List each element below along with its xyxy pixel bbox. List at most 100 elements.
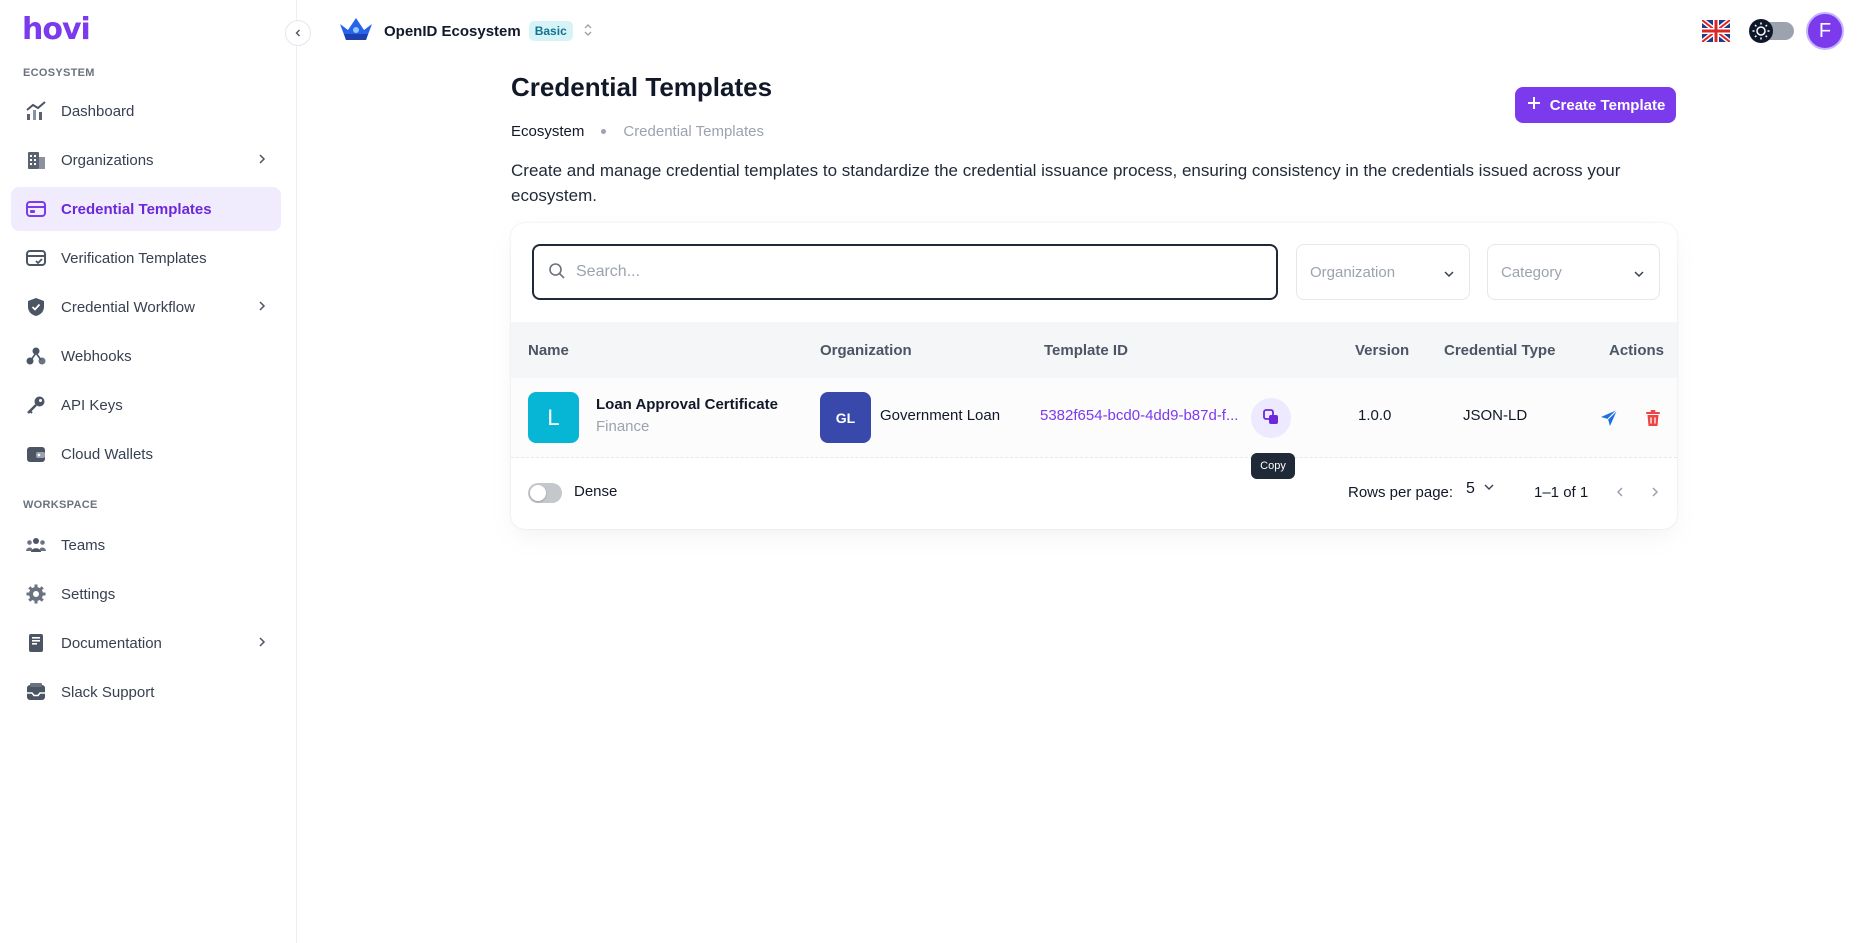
- wallet-icon: [24, 442, 48, 466]
- dense-label: Dense: [574, 483, 618, 500]
- webhook-icon: [24, 344, 48, 368]
- column-header-template-id[interactable]: Template ID: [1044, 342, 1128, 359]
- theme-toggle[interactable]: [1748, 18, 1796, 44]
- chevron-left-icon: [295, 29, 300, 37]
- sidebar-item-label: Teams: [61, 536, 106, 554]
- hovi-logo[interactable]: hovi: [22, 12, 91, 47]
- table-footer: Dense Rows per page: 5 1–1 of 1: [511, 458, 1677, 526]
- column-header-actions: Actions: [1609, 341, 1665, 359]
- templates-card: Organization Category Name Organization …: [511, 223, 1677, 529]
- delete-icon[interactable]: [1641, 406, 1665, 430]
- ecosystem-switcher[interactable]: OpenID Ecosystem Basic: [338, 14, 593, 48]
- plus-icon: [1526, 95, 1542, 115]
- rows-per-page-label: Rows per page:: [1348, 484, 1454, 501]
- send-icon[interactable]: [1597, 406, 1621, 430]
- chevron-right-icon: [1652, 487, 1659, 497]
- template-category: Finance: [596, 418, 650, 435]
- category-select[interactable]: Category: [1487, 244, 1660, 300]
- collapse-sidebar-button[interactable]: [285, 20, 311, 46]
- chevron-up-down-icon: [583, 22, 593, 41]
- chevron-right-icon: [255, 635, 269, 652]
- column-header-version[interactable]: Version: [1355, 342, 1409, 359]
- chevron-down-icon: [1443, 267, 1455, 284]
- sidebar-item-credential-workflow[interactable]: Credential Workflow: [11, 285, 281, 329]
- shield-check-icon: [24, 295, 48, 319]
- page-description: Create and manage credential templates t…: [511, 161, 1621, 205]
- sidebar-item-label: Webhooks: [61, 347, 132, 365]
- sidebar-item-slack-support[interactable]: Slack Support: [11, 670, 281, 714]
- sidebar-item-label: Dashboard: [61, 102, 135, 120]
- organization-avatar: GL: [820, 392, 871, 443]
- column-header-name[interactable]: Name: [528, 342, 569, 359]
- sidebar-item-label: Documentation: [61, 634, 162, 652]
- users-icon: [24, 533, 48, 557]
- sidebar-item-organizations[interactable]: Organizations: [11, 138, 281, 182]
- switch-knob: [530, 485, 546, 501]
- organization-select[interactable]: Organization: [1296, 244, 1470, 300]
- next-page-button[interactable]: [1643, 480, 1667, 504]
- organization-select-placeholder: Organization: [1310, 263, 1396, 281]
- breadcrumb-separator: [601, 129, 607, 134]
- create-template-button[interactable]: Create Template: [1515, 87, 1676, 123]
- credential-card-icon: [24, 197, 48, 221]
- key-icon: [24, 393, 48, 417]
- chevron-down-icon: [1633, 267, 1645, 284]
- sidebar-item-webhooks[interactable]: Webhooks: [11, 334, 281, 378]
- template-id-link[interactable]: 5382f654-bcd0-4dd9-b87d-f...: [1040, 407, 1238, 424]
- book-icon: [24, 631, 48, 655]
- template-version: 1.0.0: [1358, 407, 1392, 424]
- dense-switch[interactable]: [528, 483, 562, 503]
- breadcrumb-ecosystem[interactable]: Ecosystem: [511, 123, 584, 140]
- rows-per-page-value: 5: [1466, 480, 1475, 497]
- column-header-credential-type[interactable]: Credential Type: [1444, 342, 1555, 359]
- sidebar-item-label: Credential Workflow: [61, 298, 195, 316]
- pagination-range: 1–1 of 1: [1534, 484, 1589, 501]
- building-icon: [24, 148, 48, 172]
- section-label-workspace: WORKSPACE: [23, 499, 98, 511]
- sidebar-item-label: Credential Templates: [61, 200, 212, 218]
- sidebar-item-label: Settings: [61, 585, 116, 603]
- breadcrumb-current: Credential Templates: [623, 123, 764, 140]
- plan-badge: Basic: [528, 21, 573, 41]
- support-inbox-icon: [24, 680, 48, 704]
- ecosystem-logo-icon: [338, 16, 374, 47]
- sidebar-item-teams[interactable]: Teams: [11, 523, 281, 567]
- uk-flag-icon[interactable]: [1700, 18, 1732, 44]
- sidebar-item-label: API Keys: [61, 396, 123, 414]
- copy-icon: [1262, 408, 1280, 429]
- search-box[interactable]: [532, 244, 1278, 300]
- verification-card-icon: [24, 246, 48, 270]
- table-row[interactable]: L Loan Approval Certificate Finance GL G…: [511, 378, 1677, 458]
- column-header-organization[interactable]: Organization: [820, 342, 912, 359]
- sidebar-item-credential-templates[interactable]: Credential Templates: [11, 187, 281, 231]
- credential-type: JSON-LD: [1463, 407, 1528, 424]
- sidebar-item-settings[interactable]: Settings: [11, 572, 281, 616]
- previous-page-button[interactable]: [1608, 480, 1632, 504]
- sidebar-item-label: Cloud Wallets: [61, 445, 153, 463]
- user-avatar[interactable]: F: [1806, 12, 1844, 50]
- chevron-down-icon: [1483, 480, 1495, 498]
- search-input[interactable]: [576, 263, 1256, 281]
- sidebar: hovi ECOSYSTEM Dashboard Organizations C…: [0, 0, 297, 943]
- chevron-right-icon: [255, 152, 269, 169]
- rows-per-page-select[interactable]: 5: [1466, 480, 1495, 498]
- sidebar-item-dashboard[interactable]: Dashboard: [11, 89, 281, 133]
- gear-icon: [24, 582, 48, 606]
- sidebar-item-verification-templates[interactable]: Verification Templates: [11, 236, 281, 280]
- chevron-right-icon: [255, 299, 269, 316]
- breadcrumb: Ecosystem Credential Templates: [511, 123, 764, 140]
- page-title: Credential Templates: [511, 72, 773, 102]
- template-avatar: L: [528, 392, 579, 443]
- chart-line-icon: [24, 99, 48, 123]
- category-select-placeholder: Category: [1501, 263, 1562, 281]
- table-header: Name Organization Template ID Version Cr…: [511, 322, 1677, 378]
- sidebar-item-label: Slack Support: [61, 683, 155, 701]
- sidebar-item-cloud-wallets[interactable]: Cloud Wallets: [11, 432, 281, 476]
- create-template-label: Create Template: [1549, 96, 1666, 114]
- sidebar-item-documentation[interactable]: Documentation: [11, 621, 281, 665]
- copy-button[interactable]: [1251, 398, 1291, 438]
- search-icon: [548, 262, 566, 283]
- sidebar-item-label: Verification Templates: [61, 249, 207, 267]
- template-name[interactable]: Loan Approval Certificate: [596, 396, 778, 413]
- sidebar-item-api-keys[interactable]: API Keys: [11, 383, 281, 427]
